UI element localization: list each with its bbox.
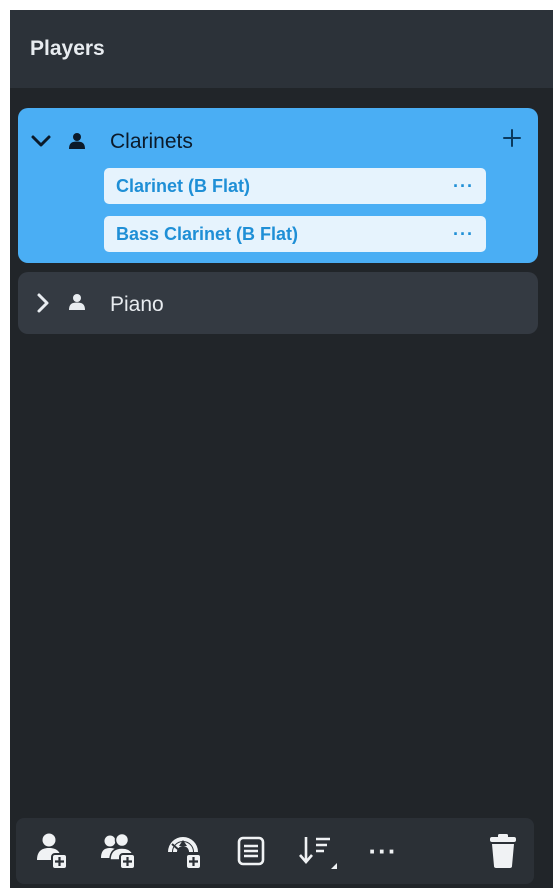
players-panel: Players Clarinets Clarinet (B Flat) ··· … — [10, 10, 553, 888]
add-section-player-icon — [101, 832, 136, 870]
player-card-clarinets[interactable]: Clarinets Clarinet (B Flat) ··· Bass Cla… — [18, 108, 538, 263]
player-card-piano[interactable]: Piano — [18, 272, 538, 334]
chevron-right-icon[interactable] — [32, 292, 54, 314]
chevron-down-icon[interactable] — [30, 130, 52, 152]
player-name: Piano — [110, 293, 164, 316]
person-icon — [69, 133, 85, 149]
sort-icon — [299, 837, 337, 869]
instrument-more-icon[interactable]: ··· — [453, 224, 474, 245]
instrument-label: Clarinet (B Flat) — [116, 176, 251, 196]
list-button[interactable] — [228, 828, 274, 874]
sort-button[interactable] — [294, 828, 340, 874]
delete-button[interactable] — [480, 828, 526, 874]
panel-header: Players — [10, 10, 553, 88]
list-icon — [237, 836, 265, 866]
add-ensemble-icon — [168, 837, 202, 870]
person-icon — [69, 294, 85, 310]
add-instrument-icon[interactable] — [500, 126, 524, 150]
instrument-row-clarinet[interactable]: Clarinet (B Flat) ··· — [104, 168, 486, 204]
players-toolbar: ··· — [16, 818, 534, 884]
instrument-label: Bass Clarinet (B Flat) — [116, 224, 299, 244]
panel-title: Players — [30, 37, 105, 60]
trash-icon — [490, 834, 516, 868]
more-icon: ··· — [368, 835, 398, 866]
add-solo-player-button[interactable] — [30, 828, 76, 874]
instrument-row-bass-clarinet[interactable]: Bass Clarinet (B Flat) ··· — [104, 216, 486, 252]
add-section-player-button[interactable] — [96, 828, 142, 874]
more-button[interactable]: ··· — [360, 828, 406, 874]
add-ensemble-button[interactable] — [162, 828, 208, 874]
add-solo-player-icon — [37, 833, 68, 870]
instrument-more-icon[interactable]: ··· — [453, 176, 474, 197]
player-name: Clarinets — [110, 130, 193, 153]
